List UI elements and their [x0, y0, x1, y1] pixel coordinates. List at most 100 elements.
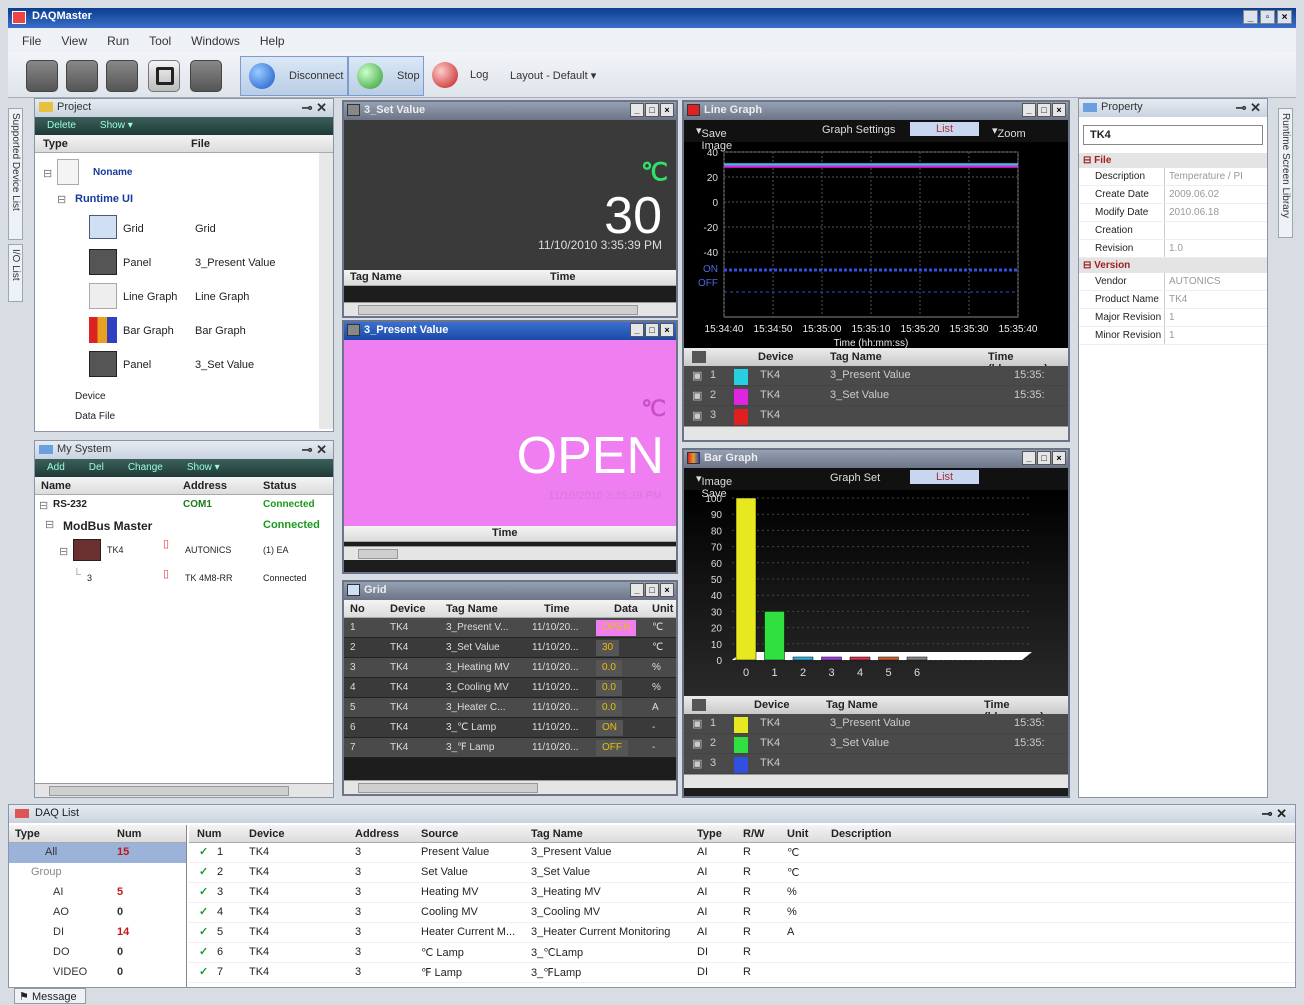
close-button[interactable]: × [660, 103, 674, 117]
side-tab-supported-device-list[interactable]: Supported Device List [8, 108, 23, 240]
pin-close-icons[interactable]: ⊸ ✕ [1262, 806, 1287, 822]
daq-row[interactable]: ✓ 3 TK4 3 Heating MV 3_Heating MV AI R% [189, 883, 1295, 903]
side-tab-runtime-screen-library[interactable]: Runtime Screen Library [1278, 108, 1293, 238]
minimize-button[interactable]: _ [1243, 10, 1258, 24]
bar[interactable] [735, 497, 757, 661]
stop-button[interactable]: Stop [348, 56, 424, 96]
daq-type-row[interactable]: VIDEO 0 [9, 963, 186, 983]
datafile-node[interactable]: Data File [75, 411, 115, 422]
bargraph-titlebar[interactable]: Bar Graph _ □ × [684, 450, 1068, 468]
legend-row[interactable]: ▣ 3 TK4 [684, 754, 1068, 774]
daq-type-row[interactable]: All 15 [9, 843, 186, 863]
save-button[interactable] [148, 60, 180, 92]
enabled-check-icon[interactable]: ✓ [199, 945, 208, 958]
enabled-check-icon[interactable]: ✓ [199, 865, 208, 878]
enabled-check-icon[interactable]: ✓ [199, 965, 208, 978]
grid-titlebar[interactable]: Grid _ □ × [344, 582, 676, 600]
property-row[interactable]: Minor Revision 1 [1079, 327, 1267, 345]
daq-row[interactable]: ✓ 1 TK4 3 Present Value 3_Present Value AI R ℃ [189, 843, 1295, 863]
minimize-button[interactable]: _ [630, 103, 644, 117]
project-root[interactable]: Noname [93, 167, 132, 178]
zoom-button[interactable]: ▾ Zoom [992, 124, 1026, 140]
setvalue-hscroll[interactable] [344, 302, 676, 316]
bar[interactable] [764, 611, 785, 661]
enabled-check-icon[interactable]: ✓ [199, 885, 208, 898]
tree-item-panel-present[interactable]: Panel 3_Present Value [87, 247, 317, 279]
property-row[interactable]: Major Revision 1 [1079, 309, 1267, 327]
property-object-select[interactable]: TK4 [1083, 125, 1263, 145]
property-row[interactable]: Creation [1079, 222, 1267, 240]
maximize-button[interactable]: □ [1037, 103, 1051, 117]
tree-item-panel-set[interactable]: Panel 3_Set Value [87, 349, 317, 381]
device-node[interactable]: Device [75, 391, 106, 402]
property-row[interactable]: Revision 1.0 [1079, 240, 1267, 258]
property-row[interactable]: Product Name TK4 [1079, 291, 1267, 309]
new-button[interactable] [26, 60, 58, 92]
system-row-name[interactable]: TK4 [107, 545, 124, 555]
close-button[interactable]: × [660, 323, 674, 337]
open-button[interactable] [66, 60, 98, 92]
minimize-button[interactable]: _ [630, 583, 644, 597]
grid-row[interactable]: 1 TK4 3_Present V... 11/10/20... OPEN ℃ [344, 618, 676, 638]
property-row[interactable]: Modify Date 2010.06.18 [1079, 204, 1267, 222]
presentvalue-titlebar[interactable]: 3_Present Value _ □ × [344, 322, 676, 340]
bar[interactable] [849, 656, 871, 661]
graph-set-button[interactable]: Graph Set [830, 472, 880, 484]
show-button[interactable]: Show ▾ [187, 462, 220, 474]
close-button[interactable]: × [1052, 103, 1066, 117]
close-button[interactable]: × [1277, 10, 1292, 24]
maximize-button[interactable]: ▫ [1260, 10, 1275, 24]
daq-row[interactable]: ✓ 7 TK4 3 ℉ Lamp 3_℉Lamp DI R [189, 963, 1295, 983]
pin-close-icons[interactable]: ⊸ ✕ [302, 442, 327, 458]
side-tab-io-list[interactable]: I/O List [8, 244, 23, 302]
linegraph-titlebar[interactable]: Line Graph _ □ × [684, 102, 1068, 120]
line-chart[interactable]: 40200-20-4015:34:40 15:34:50 15:35:00 15:35… [684, 142, 1068, 348]
maximize-button[interactable]: □ [1037, 451, 1051, 465]
setvalue-titlebar[interactable]: 3_Set Value _ □ × [344, 102, 676, 120]
legend-row[interactable]: ▣ 3 TK4 [684, 406, 1068, 426]
log-icon[interactable] [432, 62, 458, 88]
list-button[interactable]: List [910, 470, 980, 484]
menu-view[interactable]: View [61, 34, 87, 48]
log-button[interactable]: Log [470, 69, 488, 81]
row-check-icon[interactable]: ▣ [692, 757, 702, 770]
save-image-button[interactable]: ▾ Save Image [696, 124, 732, 152]
disconnect-button[interactable]: Disconnect [240, 56, 348, 96]
legend-row[interactable]: ▣ 1 TK4 3_Present Value 15:35: [684, 366, 1068, 386]
close-button[interactable]: × [660, 583, 674, 597]
grid-row[interactable]: 5 TK4 3_Heater C... 11/10/20... 0.0 A [344, 698, 676, 718]
tree-item-grid[interactable]: Grid Grid [87, 213, 317, 245]
row-check-icon[interactable]: ▣ [692, 369, 702, 382]
grid-row[interactable]: 6 TK4 3_℃ Lamp 11/10/20... ON - [344, 718, 676, 738]
grid-row[interactable]: 4 TK4 3_Cooling MV 11/10/20... 0.0% [344, 678, 676, 698]
menu-windows[interactable]: Windows [191, 34, 240, 48]
menu-help[interactable]: Help [260, 34, 285, 48]
system-row-name[interactable]: ModBus Master [63, 519, 152, 533]
layout-select[interactable]: Layout - Default ▾ [510, 69, 596, 82]
maximize-button[interactable]: □ [645, 323, 659, 337]
minimize-button[interactable]: _ [1022, 451, 1036, 465]
property-section[interactable]: ⊟ Version [1079, 258, 1267, 273]
daq-type-row[interactable]: DO 0 [9, 943, 186, 963]
minimize-button[interactable]: _ [630, 323, 644, 337]
enabled-check-icon[interactable]: ✓ [199, 925, 208, 938]
menu-file[interactable]: File [22, 34, 41, 48]
tree-item-line-graph[interactable]: Line Graph Line Graph [87, 281, 317, 313]
open-folder-button[interactable] [106, 60, 138, 92]
grid-row[interactable]: 7 TK4 3_℉ Lamp 11/10/20... OFF - [344, 738, 676, 758]
daq-type-row[interactable]: DI 14 [9, 923, 186, 943]
row-check-icon[interactable]: ▣ [692, 717, 702, 730]
bar[interactable] [792, 656, 814, 661]
grid-row[interactable]: 2 TK4 3_Set Value 11/10/20... 30 ℃ [344, 638, 676, 658]
system-row-name[interactable]: RS-232 [53, 499, 87, 510]
project-delete-button[interactable]: Delete [47, 120, 76, 132]
list-button[interactable]: List [910, 122, 980, 136]
pin-close-icons[interactable]: ⊸ ✕ [1236, 100, 1261, 116]
add-button[interactable]: Add [47, 462, 65, 474]
runtime-ui-node[interactable]: Runtime UI [75, 193, 133, 205]
presentvalue-hscroll[interactable] [344, 546, 676, 560]
pin-close-icons[interactable]: ⊸ ✕ [302, 100, 327, 116]
legend-row[interactable]: ▣ 1 TK4 3_Present Value 15:35: [684, 714, 1068, 734]
bar[interactable] [878, 656, 899, 661]
image-save-button[interactable]: ▾ Image Save [696, 472, 732, 500]
